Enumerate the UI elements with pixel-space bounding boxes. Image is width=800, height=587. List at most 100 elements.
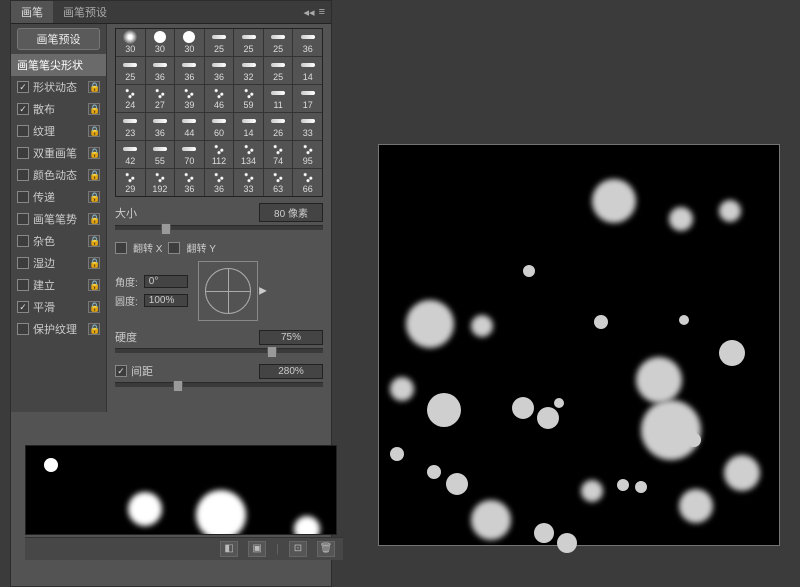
brush-thumb[interactable]: 30 bbox=[175, 29, 204, 56]
lock-icon[interactable]: 🔒 bbox=[88, 213, 100, 225]
brush-thumb[interactable]: 60 bbox=[205, 113, 234, 140]
brush-presets-button[interactable]: 画笔预设 bbox=[17, 28, 100, 50]
lock-icon[interactable]: 🔒 bbox=[88, 235, 100, 247]
size-value[interactable]: 80 像素 bbox=[259, 203, 323, 222]
flip-y-checkbox[interactable] bbox=[168, 242, 180, 254]
brush-thumb[interactable]: 11 bbox=[264, 85, 293, 112]
lock-icon[interactable]: 🔒 bbox=[88, 81, 100, 93]
brush-thumb[interactable]: 44 bbox=[175, 113, 204, 140]
new-brush-icon[interactable]: ▣ bbox=[248, 541, 266, 557]
lock-icon[interactable]: 🔒 bbox=[88, 169, 100, 181]
lock-icon[interactable]: 🔒 bbox=[88, 103, 100, 115]
brush-thumb[interactable]: 36 bbox=[175, 57, 204, 84]
brush-thumb[interactable]: 25 bbox=[205, 29, 234, 56]
collapse-icon[interactable]: ◂◂ bbox=[304, 6, 315, 19]
option-checkbox[interactable] bbox=[17, 125, 29, 137]
spacing-slider[interactable] bbox=[115, 382, 323, 387]
brush-thumb[interactable]: 74 bbox=[264, 141, 293, 168]
trash-icon[interactable]: 🗑 bbox=[317, 541, 335, 557]
brush-thumb[interactable]: 134 bbox=[234, 141, 263, 168]
option-3[interactable]: 双重画笔🔒 bbox=[11, 142, 106, 164]
angle-dial[interactable]: ▶ bbox=[198, 261, 258, 321]
lock-icon[interactable]: 🔒 bbox=[88, 323, 100, 335]
brush-thumb[interactable]: 30 bbox=[116, 29, 145, 56]
option-checkbox[interactable] bbox=[17, 81, 29, 93]
option-checkbox[interactable] bbox=[17, 191, 29, 203]
brush-tip-shape-row[interactable]: 画笔笔尖形状 bbox=[11, 54, 106, 76]
tab-brush[interactable]: 画笔 bbox=[11, 1, 53, 23]
brush-thumb[interactable]: 25 bbox=[264, 29, 293, 56]
option-checkbox[interactable] bbox=[17, 323, 29, 335]
brush-thumb[interactable]: 46 bbox=[205, 85, 234, 112]
menu-icon[interactable]: ≡ bbox=[319, 6, 325, 18]
brush-thumb[interactable]: 39 bbox=[175, 85, 204, 112]
option-1[interactable]: 散布🔒 bbox=[11, 98, 106, 120]
lock-icon[interactable]: 🔒 bbox=[88, 279, 100, 291]
lock-icon[interactable]: 🔒 bbox=[88, 125, 100, 137]
brush-thumb[interactable]: 27 bbox=[146, 85, 175, 112]
brush-thumb[interactable]: 17 bbox=[293, 85, 322, 112]
brush-thumb[interactable]: 36 bbox=[175, 169, 204, 196]
option-2[interactable]: 纹理🔒 bbox=[11, 120, 106, 142]
brush-thumbnail-grid[interactable]: 3030302525253625363636322514242739465911… bbox=[115, 28, 323, 197]
option-9[interactable]: 建立🔒 bbox=[11, 274, 106, 296]
brush-thumb[interactable]: 30 bbox=[146, 29, 175, 56]
brush-thumb[interactable]: 36 bbox=[205, 169, 234, 196]
size-slider[interactable] bbox=[115, 225, 323, 230]
brush-thumb[interactable]: 36 bbox=[293, 29, 322, 56]
option-checkbox[interactable] bbox=[17, 235, 29, 247]
lock-icon[interactable]: 🔒 bbox=[88, 257, 100, 269]
brush-thumb[interactable]: 36 bbox=[146, 113, 175, 140]
brush-thumb[interactable]: 24 bbox=[116, 85, 145, 112]
option-11[interactable]: 保护纹理🔒 bbox=[11, 318, 106, 340]
brush-thumb[interactable]: 14 bbox=[293, 57, 322, 84]
brush-thumb[interactable]: 26 bbox=[264, 113, 293, 140]
brush-thumb[interactable]: 55 bbox=[146, 141, 175, 168]
option-checkbox[interactable] bbox=[17, 301, 29, 313]
flip-x-checkbox[interactable] bbox=[115, 242, 127, 254]
roundness-value[interactable]: 100% bbox=[144, 294, 188, 307]
option-5[interactable]: 传递🔒 bbox=[11, 186, 106, 208]
lock-icon[interactable]: 🔒 bbox=[88, 191, 100, 203]
tab-brush-presets[interactable]: 画笔预设 bbox=[53, 1, 117, 23]
option-checkbox[interactable] bbox=[17, 257, 29, 269]
brush-thumb[interactable]: 25 bbox=[234, 29, 263, 56]
brush-thumb[interactable]: 25 bbox=[116, 57, 145, 84]
brush-thumb[interactable]: 29 bbox=[116, 169, 145, 196]
option-7[interactable]: 杂色🔒 bbox=[11, 230, 106, 252]
brush-thumb[interactable]: 14 bbox=[234, 113, 263, 140]
option-8[interactable]: 湿边🔒 bbox=[11, 252, 106, 274]
option-checkbox[interactable] bbox=[17, 169, 29, 181]
hardness-value[interactable]: 75% bbox=[259, 330, 323, 345]
spacing-checkbox[interactable] bbox=[115, 365, 127, 377]
brush-thumb[interactable]: 23 bbox=[116, 113, 145, 140]
brush-thumb[interactable]: 66 bbox=[293, 169, 322, 196]
option-checkbox[interactable] bbox=[17, 279, 29, 291]
document-canvas[interactable] bbox=[378, 144, 780, 546]
brush-thumb[interactable]: 36 bbox=[146, 57, 175, 84]
option-10[interactable]: 平滑🔒 bbox=[11, 296, 106, 318]
create-preset-icon[interactable]: ⊡ bbox=[289, 541, 307, 557]
brush-thumb[interactable]: 63 bbox=[264, 169, 293, 196]
brush-thumb[interactable]: 59 bbox=[234, 85, 263, 112]
option-checkbox[interactable] bbox=[17, 213, 29, 225]
hardness-slider[interactable] bbox=[115, 348, 323, 353]
brush-thumb[interactable]: 32 bbox=[234, 57, 263, 84]
option-6[interactable]: 画笔笔势🔒 bbox=[11, 208, 106, 230]
brush-thumb[interactable]: 36 bbox=[205, 57, 234, 84]
option-4[interactable]: 颜色动态🔒 bbox=[11, 164, 106, 186]
toggle-preview-icon[interactable]: ◧ bbox=[220, 541, 238, 557]
lock-icon[interactable]: 🔒 bbox=[88, 301, 100, 313]
brush-thumb[interactable]: 42 bbox=[116, 141, 145, 168]
brush-thumb[interactable]: 70 bbox=[175, 141, 204, 168]
brush-thumb[interactable]: 192 bbox=[146, 169, 175, 196]
brush-thumb[interactable]: 33 bbox=[234, 169, 263, 196]
brush-thumb[interactable]: 25 bbox=[264, 57, 293, 84]
angle-value[interactable]: 0° bbox=[144, 275, 188, 288]
option-0[interactable]: 形状动态🔒 bbox=[11, 76, 106, 98]
option-checkbox[interactable] bbox=[17, 147, 29, 159]
brush-thumb[interactable]: 33 bbox=[293, 113, 322, 140]
lock-icon[interactable]: 🔒 bbox=[88, 147, 100, 159]
spacing-value[interactable]: 280% bbox=[259, 364, 323, 379]
option-checkbox[interactable] bbox=[17, 103, 29, 115]
